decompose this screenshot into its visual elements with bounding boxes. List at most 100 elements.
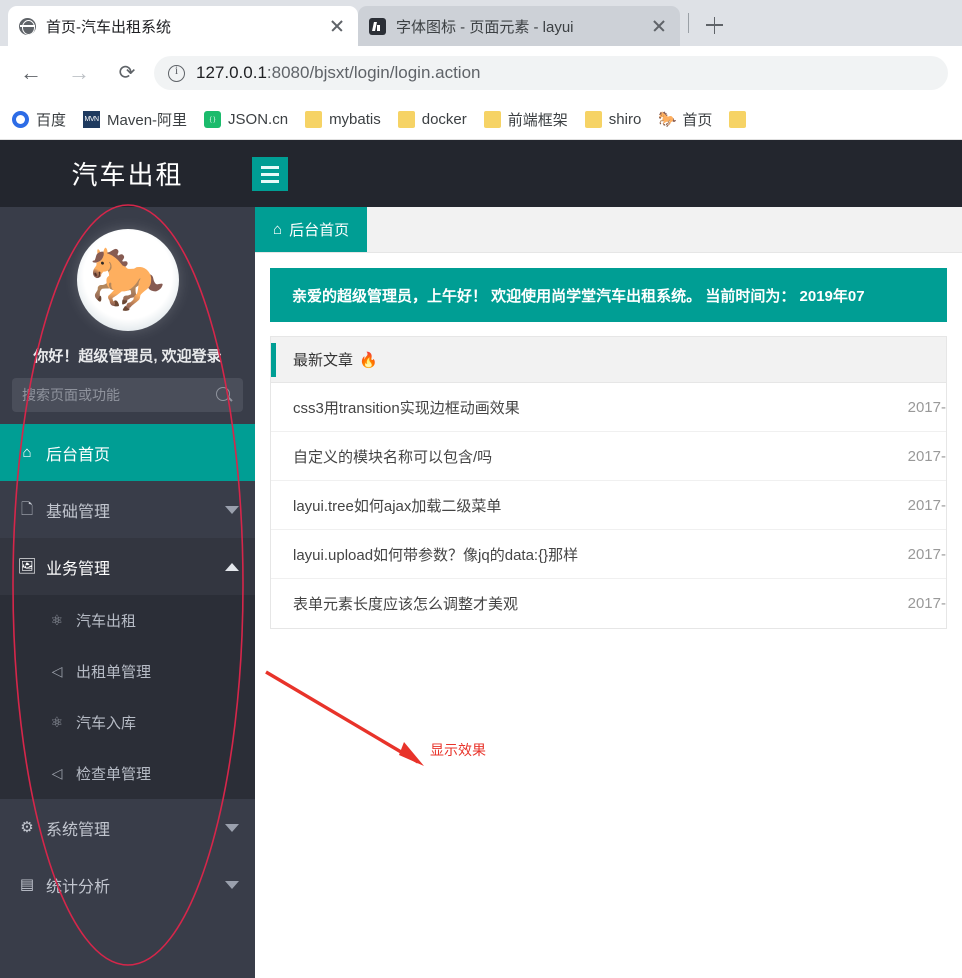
article-title: 表单元素长度应该怎么调整才美观 [293,596,519,613]
panel-title: 最新文章 [293,352,354,369]
gear-icon: ⚙ [20,819,34,836]
chevron-down-icon [225,823,239,832]
bookmark-overflow[interactable] [729,111,747,128]
bookmark-frontend[interactable]: 前端框架 [483,109,568,130]
article-row[interactable]: layui.tree如何ajax加载二级菜单 2017- [271,481,946,530]
sidebar-subitem-label: 汽车出租 [76,613,137,630]
horse-icon: 🐎 [658,111,677,128]
user-greeting: 你好！超级管理员, 欢迎登录 [33,348,222,365]
forward-button[interactable]: → [62,56,96,90]
article-date: 2017- [907,398,946,416]
maven-icon: MVN [83,111,101,128]
new-tab-button[interactable] [700,11,728,39]
chevron-up-icon [225,562,239,571]
close-icon[interactable] [648,15,670,37]
image-icon: 🖼 [17,558,37,575]
sidebar-item-system-management[interactable]: ⚙ 系统管理 [0,799,255,856]
app-logo[interactable]: 汽车出租 [0,140,255,207]
article-date: 2017- [907,545,946,563]
article-row[interactable]: layui.upload如何带参数？像jq的data:{}那样 2017- [271,530,946,579]
sidebar-subitem-car-storage[interactable]: ⚛ 汽车入库 [0,697,255,748]
cluster-icon: ⚛ [50,714,64,730]
address-bar-url: 127.0.0.1:8080/bjsxt/login/login.action [196,63,481,83]
welcome-banner: 亲爱的超级管理员，上午好！ 欢迎使用尚学堂汽车出租系统。 当前时间为： 2019… [270,268,947,322]
main-content: ⌂ 后台首页 亲爱的超级管理员，上午好！ 欢迎使用尚学堂汽车出租系统。 当前时间… [255,207,962,978]
bookmark-label: 首页 [682,112,713,129]
annotation-label: 显示效果 [430,742,486,758]
horse-avatar-icon: 🐎 [88,245,167,314]
sidebar-subitem-car-rental[interactable]: ⚛ 汽车出租 [0,595,255,646]
bookmark-label: docker [421,111,467,128]
bookmark-mybatis[interactable]: mybatis [305,111,381,128]
flame-icon: 🔥 [359,351,378,369]
bookmark-docker[interactable]: docker [397,111,467,128]
bookmarks-bar: 百度 MVN Maven-阿里 { } JSON.cn mybatis dock… [0,100,962,140]
folder-icon [729,111,747,128]
bookmark-home[interactable]: 🐎 首页 [658,109,712,130]
bookmark-maven[interactable]: MVN Maven-阿里 [83,109,187,130]
tab-label: 后台首页 [289,222,350,239]
sidebar-subitem-label: 检查单管理 [76,766,152,783]
url-host: 127.0.0.1 [196,63,267,82]
search-input[interactable] [22,387,216,403]
sidebar-subitem-rental-order[interactable]: ◁ 出租单管理 [0,646,255,697]
tab-home[interactable]: ⌂ 后台首页 [255,207,368,252]
browser-tab-active[interactable]: 首页-汽车出租系统 [8,6,358,46]
screenshot-root: 首页-汽车出租系统 字体图标 - 页面元素 - layui ← → ⟳ 127.… [0,0,962,978]
address-bar[interactable]: 127.0.0.1:8080/bjsxt/login/login.action [154,56,948,90]
app-header: 汽车出租 [0,140,962,207]
json-icon: { } [204,111,222,128]
article-row[interactable]: 表单元素长度应该怎么调整才美观 2017- [271,579,946,628]
chart-icon: ▤ [19,876,35,893]
folder-icon [584,111,602,128]
close-icon[interactable] [326,15,348,37]
folder-icon [305,111,323,128]
bookmark-json[interactable]: { } JSON.cn [204,111,288,128]
hamburger-icon[interactable] [252,157,288,191]
web-app: 汽车出租 🐎 你好！超级管理员, 欢迎登录 ⌂ 后台首页 [0,140,962,978]
sidebar-search[interactable] [12,378,243,412]
search-icon[interactable] [216,386,233,404]
article-date: 2017- [907,496,946,514]
sidebar-submenu-business: ⚛ 汽车出租 ◁ 出租单管理 ⚛ 汽车入库 ◁ 检查单管理 [0,595,255,799]
sidebar-item-label: 基础管理 [46,503,111,521]
browser-tab-title: 字体图标 - 页面元素 - layui [396,18,574,36]
bookmark-baidu[interactable]: 百度 [12,109,66,130]
sidebar-item-label: 统计分析 [46,878,111,896]
chevron-down-icon [225,880,239,889]
layui-icon [368,17,387,36]
info-icon[interactable] [168,63,185,82]
sidebar-menu: ⌂ 后台首页 🗋 基础管理 🖼 业务管理 ⚛ 汽车出租 ◁ 出租单管理 ⚛ 汽车… [0,424,255,913]
sidebar-item-label: 系统管理 [46,821,111,839]
baidu-icon [12,111,29,128]
home-icon: ⌂ [22,444,32,461]
sidebar-item-label: 业务管理 [46,560,111,578]
bookmark-label: 百度 [36,112,67,129]
article-title: css3用transition实现边框动画效果 [293,399,520,417]
browser-tab-inactive[interactable]: 字体图标 - 页面元素 - layui [358,6,680,46]
panel-header: 最新文章 🔥 [271,337,946,383]
back-button[interactable]: ← [14,56,48,90]
browser-tab-title: 首页-汽车出租系统 [46,18,171,36]
article-row[interactable]: 自定义的模块名称可以包含/吗 2017- [271,432,946,481]
sidebar-subitem-inspection-order[interactable]: ◁ 检查单管理 [0,748,255,799]
article-row[interactable]: css3用transition实现边框动画效果 2017- [271,383,946,432]
sidebar: 🐎 你好！超级管理员, 欢迎登录 ⌂ 后台首页 🗋 基础管理 [0,207,255,978]
tab-strip: 首页-汽车出租系统 字体图标 - 页面元素 - layui [0,0,962,46]
paper-plane-icon: ◁ [51,765,63,781]
sidebar-item-business-management[interactable]: 🖼 业务管理 [0,538,255,595]
folder-icon [397,111,415,128]
globe-icon [18,17,37,36]
sidebar-item-home[interactable]: ⌂ 后台首页 [0,424,255,481]
article-title: layui.tree如何ajax加载二级菜单 [293,497,502,515]
paper-plane-icon: ◁ [51,663,63,679]
browser-chrome: 首页-汽车出租系统 字体图标 - 页面元素 - layui ← → ⟳ 127.… [0,0,962,140]
reload-button[interactable]: ⟳ [110,56,144,90]
sidebar-item-statistics[interactable]: ▤ 统计分析 [0,856,255,913]
article-date: 2017- [907,595,946,612]
bookmark-label: JSON.cn [228,111,289,128]
bookmark-shiro[interactable]: shiro [584,111,641,128]
sidebar-item-basic-management[interactable]: 🗋 基础管理 [0,481,255,538]
folder-icon [483,111,501,128]
content-tab-bar: ⌂ 后台首页 [255,207,962,253]
